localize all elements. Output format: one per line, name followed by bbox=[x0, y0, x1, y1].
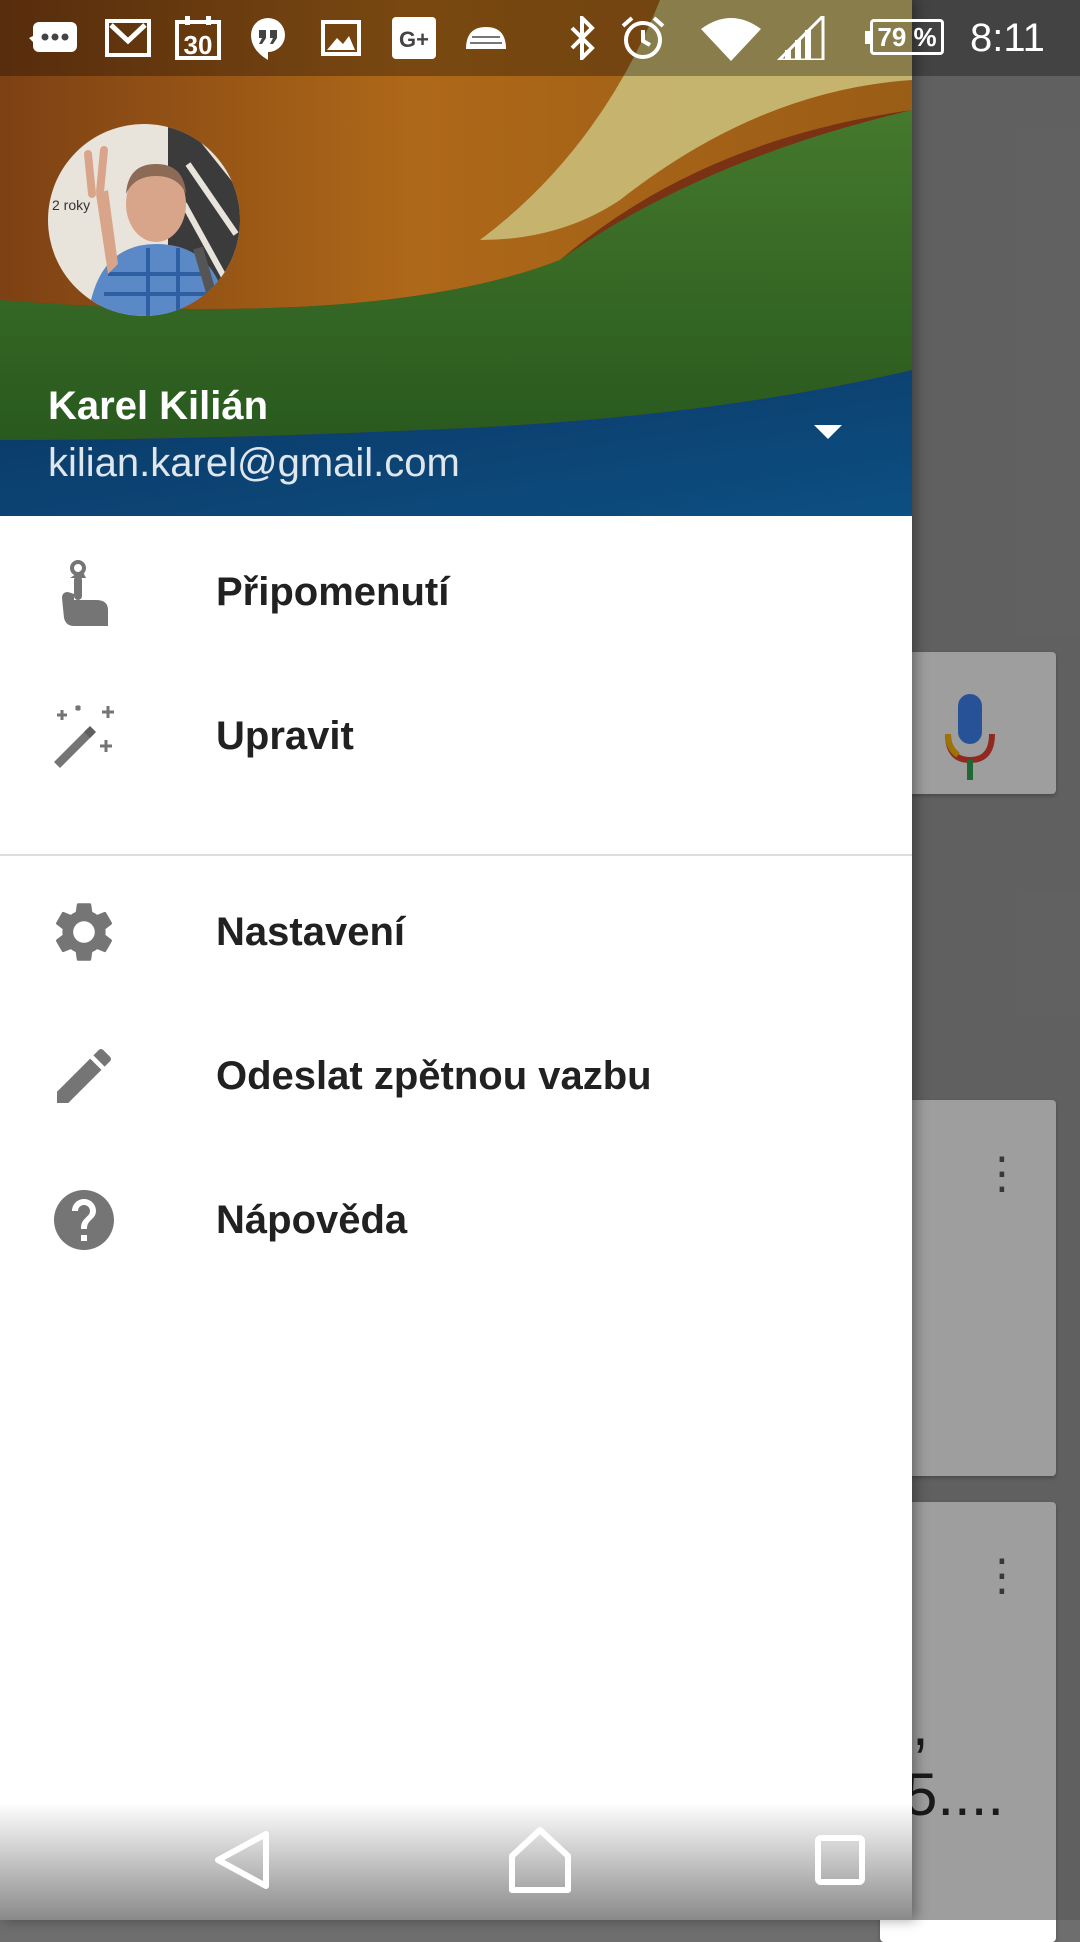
account-email: kilian.karel@gmail.com bbox=[48, 441, 460, 485]
menu-item-label: Nastavení bbox=[216, 910, 405, 954]
more-vert-icon[interactable]: ⋮ bbox=[980, 1546, 1024, 1606]
status-time: 8:11 bbox=[970, 16, 1045, 60]
wifi-icon bbox=[700, 14, 762, 62]
microphone-icon[interactable] bbox=[940, 690, 1000, 790]
recents-icon[interactable] bbox=[800, 1820, 880, 1900]
bluetooth-icon bbox=[562, 14, 602, 62]
more-vert-icon[interactable]: ⋮ bbox=[980, 1144, 1024, 1204]
menu-item-label: Připomenutí bbox=[216, 570, 450, 614]
status-bar: 30 G+ 79 % 8:11 bbox=[0, 0, 1080, 76]
google-plus-label: G+ bbox=[399, 27, 429, 52]
menu-item-label: Odeslat zpětnou vazbu bbox=[216, 1054, 652, 1098]
account-header: 2 roky Karel Kilián kilian.karel@gmail.c… bbox=[0, 0, 912, 516]
avatar[interactable]: 2 roky bbox=[48, 124, 240, 316]
calendar-day: 30 bbox=[184, 30, 213, 60]
drawer-menu: Připomenutí Upravit Nastavení Odeslat zp… bbox=[0, 516, 912, 1288]
menu-item-label: Nápověda bbox=[216, 1198, 408, 1242]
account-switcher-button[interactable] bbox=[800, 404, 856, 460]
menu-item-help[interactable]: Nápověda bbox=[0, 1144, 912, 1288]
gallery-icon bbox=[320, 14, 362, 62]
android-icon bbox=[462, 14, 510, 62]
help-icon bbox=[54, 1190, 114, 1250]
battery-icon: 79 % bbox=[865, 19, 944, 55]
pencil-icon bbox=[57, 1048, 112, 1103]
home-icon[interactable] bbox=[500, 1820, 580, 1900]
menu-item-label: Upravit bbox=[216, 714, 354, 758]
back-icon[interactable] bbox=[204, 1820, 284, 1900]
navigation-bar bbox=[0, 1740, 912, 1920]
reminder-icon bbox=[62, 560, 108, 626]
menu-item-customize[interactable]: Upravit bbox=[0, 660, 912, 804]
card-text: , bbox=[912, 1691, 929, 1758]
account-name: Karel Kilián bbox=[48, 384, 269, 428]
navigation-drawer: 2 roky Karel Kilián kilian.karel@gmail.c… bbox=[0, 0, 912, 1920]
alarm-icon bbox=[618, 14, 668, 62]
google-plus-icon: G+ bbox=[392, 14, 436, 62]
card-text: 5.... bbox=[904, 1761, 1005, 1828]
menu-item-settings[interactable]: Nastavení bbox=[0, 856, 912, 1000]
hangouts-icon bbox=[248, 14, 288, 62]
gmail-icon bbox=[104, 14, 152, 62]
gear-icon bbox=[55, 903, 113, 961]
magic-wand-icon bbox=[54, 704, 114, 768]
menu-item-reminders[interactable]: Připomenutí bbox=[0, 516, 912, 660]
profile-photo: 2 roky bbox=[48, 124, 240, 316]
svg-text:2 roky: 2 roky bbox=[52, 197, 90, 213]
calendar-icon: 30 bbox=[174, 14, 222, 62]
messaging-icon bbox=[28, 14, 82, 62]
arrow-drop-down-icon bbox=[814, 425, 842, 439]
menu-item-send-feedback[interactable]: Odeslat zpětnou vazbu bbox=[0, 1000, 912, 1144]
signal-icon bbox=[776, 14, 826, 62]
